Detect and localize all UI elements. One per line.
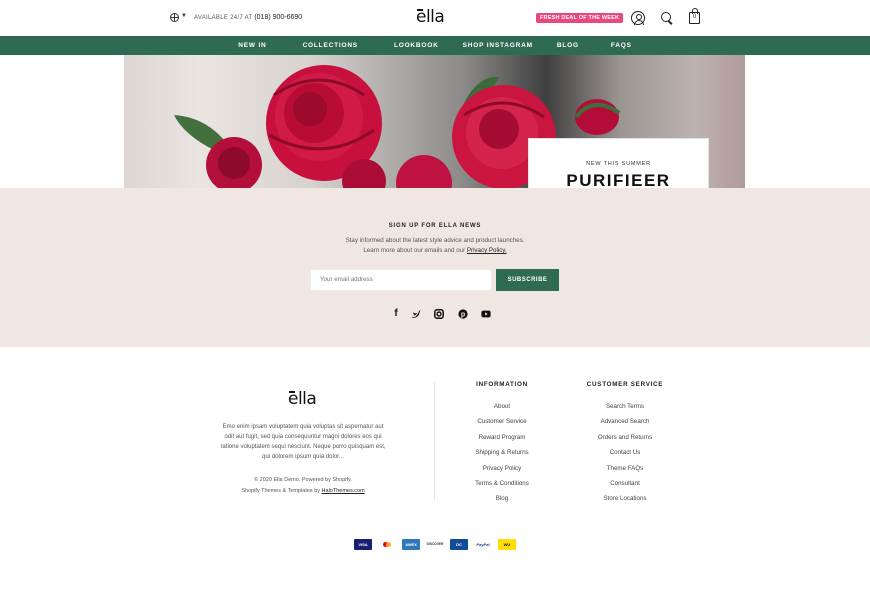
- top-header: ▼ AVAILABLE 24/7 AT (018) 900-6690 ella …: [0, 0, 870, 36]
- footer-link-reward-program[interactable]: Reward Program: [442, 433, 562, 448]
- nav-item-collections[interactable]: COLLECTIONS: [303, 42, 358, 49]
- credits-text: Shopify Themes & Templates by HaloThemes…: [220, 486, 386, 497]
- instagram-icon[interactable]: [434, 309, 444, 319]
- globe-icon[interactable]: [170, 13, 179, 22]
- discover-icon: DISCOVER: [426, 539, 444, 550]
- footer-description: Emo enim ipsam voluptatem quia voluptas …: [220, 424, 386, 460]
- promo-title: PURIFIEER: [566, 171, 671, 188]
- promo-kicker: NEW THIS SUMMER: [586, 161, 651, 167]
- visa-icon: VISA: [354, 539, 372, 550]
- promo-card[interactable]: NEW THIS SUMMER PURIFIEER: [528, 138, 709, 188]
- pinterest-icon[interactable]: p: [458, 309, 468, 319]
- footer-link-blog[interactable]: Blog: [442, 494, 562, 509]
- footer-link-terms-conditions[interactable]: Terms & Conditions: [442, 479, 562, 494]
- newsletter-line-1: Stay informed about the latest style adv…: [345, 237, 525, 244]
- deal-badge[interactable]: FRESH DEAL OF THE WEEK: [536, 13, 624, 23]
- footer-divider: [434, 382, 435, 500]
- payment-icons: VISA AMEX DISCOVER DC PayPal WU: [354, 539, 522, 551]
- account-icon[interactable]: [631, 11, 645, 25]
- amex-icon: AMEX: [402, 539, 420, 550]
- svg-text:p: p: [461, 312, 465, 319]
- hero-banner[interactable]: NEW THIS SUMMER PURIFIEER: [124, 55, 745, 188]
- footer-link-store-locations[interactable]: Store Locations: [565, 494, 685, 509]
- footer-link-contact-us[interactable]: Contact Us: [565, 448, 685, 463]
- nav-item-faqs[interactable]: FAQS: [611, 42, 632, 49]
- facebook-icon[interactable]: f: [391, 309, 401, 319]
- availability-text: AVAILABLE 24/7 AT (018) 900-6690: [194, 14, 302, 21]
- customer-service-title: CUSTOMER SERVICE: [586, 381, 664, 388]
- subscribe-button[interactable]: SUBSCRIBE: [496, 269, 559, 291]
- newsletter-line-2: Learn more about our emails and our Priv…: [0, 246, 870, 256]
- footer-link-orders-returns[interactable]: Orders and Returns: [565, 433, 685, 448]
- footer-link-customer-service[interactable]: Customer Service: [442, 417, 562, 432]
- footer-link-theme-faqs[interactable]: Theme FAQs: [565, 464, 685, 479]
- newsletter-section: SIGN UP FOR ELLA NEWS Stay informed abou…: [0, 188, 870, 347]
- nav-item-new-in[interactable]: NEW IN: [238, 42, 266, 49]
- chevron-down-icon[interactable]: ▼: [181, 13, 187, 19]
- main-nav: NEW IN COLLECTIONS LOOKBOOK SHOP INSTAGR…: [0, 36, 870, 55]
- credits-prefix: Shopify Themes & Templates by: [241, 488, 321, 494]
- information-links: About Customer Service Reward Program Sh…: [442, 402, 562, 510]
- nav-item-blog[interactable]: BLOG: [557, 42, 579, 49]
- search-icon[interactable]: [660, 11, 674, 25]
- site-logo[interactable]: ella: [416, 7, 445, 27]
- customer-service-links: Search Terms Advanced Search Orders and …: [565, 402, 685, 510]
- cart-icon[interactable]: 0: [689, 8, 700, 24]
- mastercard-icon: [378, 539, 396, 550]
- footer-copyright: © 2020 Ella Demo. Powered by Shopify. Sh…: [220, 475, 386, 497]
- twitter-icon[interactable]: [411, 309, 421, 319]
- newsletter-description: Stay informed about the latest style adv…: [0, 236, 870, 256]
- western-union-icon: WU: [498, 539, 516, 550]
- halothemes-link[interactable]: HaloThemes.com: [322, 488, 365, 494]
- newsletter-line-2-text: Learn more about our emails and our: [363, 247, 466, 254]
- footer-link-consultant[interactable]: Consultant: [565, 479, 685, 494]
- footer-link-advanced-search[interactable]: Advanced Search: [565, 417, 685, 432]
- footer-link-privacy-policy[interactable]: Privacy Policy: [442, 464, 562, 479]
- footer-logo[interactable]: ella: [288, 389, 317, 409]
- nav-item-shop-instagram[interactable]: SHOP INSTAGRAM: [463, 42, 533, 49]
- footer-link-search-terms[interactable]: Search Terms: [565, 402, 685, 417]
- email-field[interactable]: Your email address: [310, 269, 492, 291]
- footer-link-about[interactable]: About: [442, 402, 562, 417]
- youtube-icon[interactable]: [481, 309, 491, 319]
- information-title: INFORMATION: [476, 381, 528, 388]
- diners-club-icon: DC: [450, 539, 468, 550]
- paypal-icon: PayPal: [474, 539, 492, 550]
- nav-item-lookbook[interactable]: LOOKBOOK: [394, 42, 439, 49]
- cart-count: 0: [692, 14, 697, 20]
- phone-number[interactable]: (018) 900-6690: [254, 14, 302, 21]
- privacy-policy-link[interactable]: Privacy Policy.: [467, 247, 507, 254]
- footer-link-shipping-returns[interactable]: Shipping & Returns: [442, 448, 562, 463]
- availability-label: AVAILABLE 24/7 AT: [194, 15, 253, 21]
- copyright-text: © 2020 Ella Demo. Powered by Shopify.: [254, 477, 352, 483]
- newsletter-title: SIGN UP FOR ELLA NEWS: [388, 223, 482, 229]
